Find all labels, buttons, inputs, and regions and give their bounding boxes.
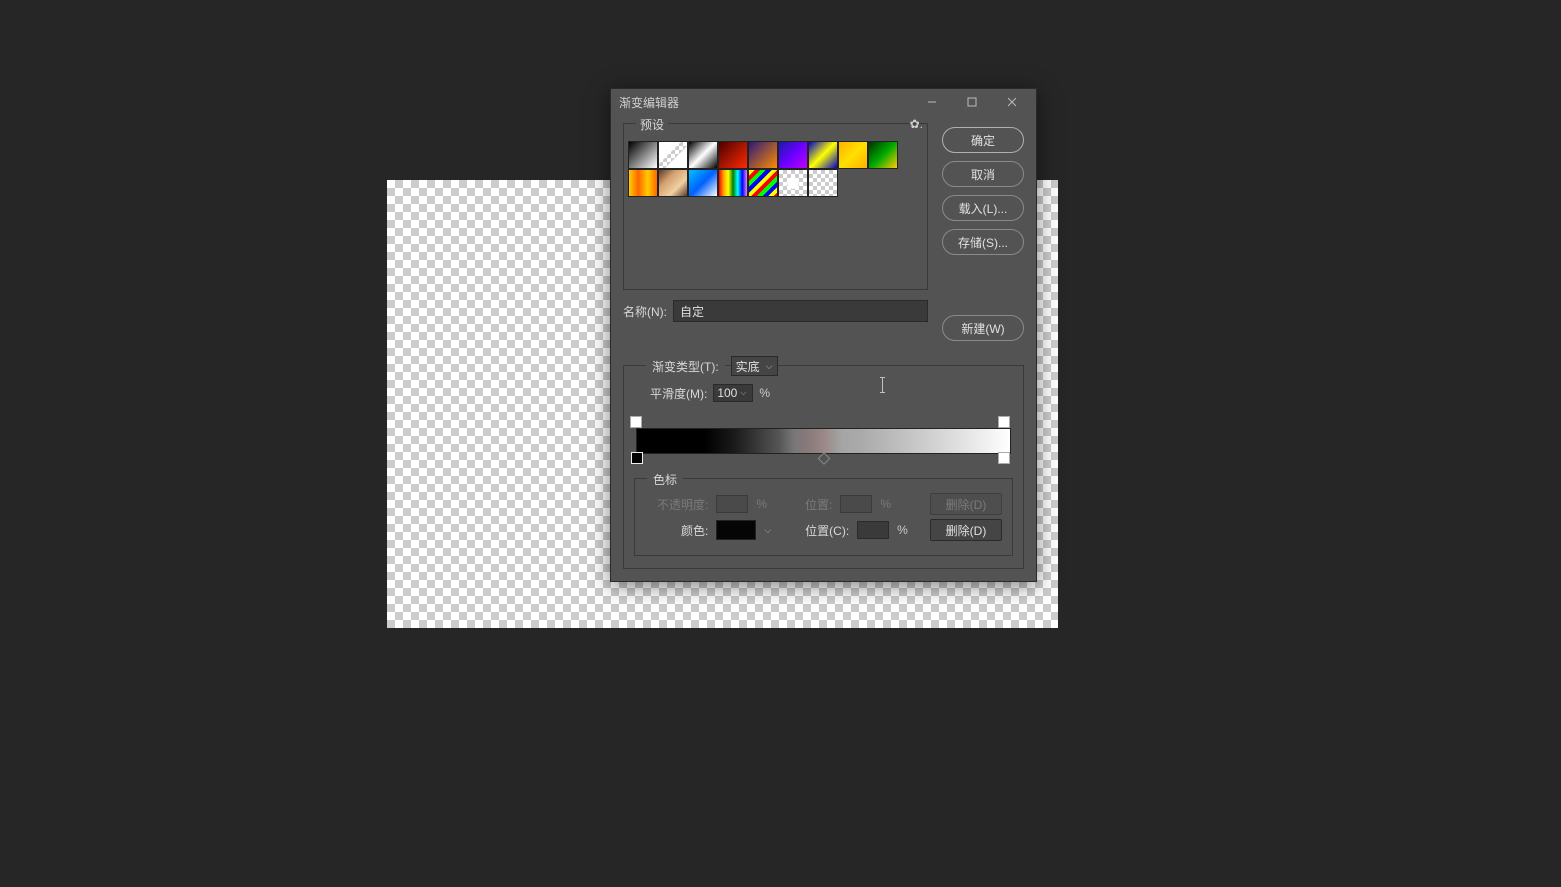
stops-group: 色标 不透明度: % 位置: % 删除(D) 颜色: ⌵ 位置(C): <box>634 478 1013 556</box>
smoothness-label: 平滑度(M): <box>650 385 707 402</box>
new-button[interactable]: 新建(W) <box>942 315 1024 341</box>
opacity-stop-right[interactable] <box>998 416 1010 428</box>
close-button[interactable] <box>992 89 1032 115</box>
preset-swatch-15[interactable] <box>808 169 838 197</box>
preset-swatch-0[interactable] <box>628 141 658 169</box>
dialog-title: 渐变编辑器 <box>619 94 912 111</box>
color-position-label: 位置(C): <box>805 522 849 539</box>
name-input[interactable] <box>673 300 928 322</box>
opacity-stop-left[interactable] <box>630 416 642 428</box>
smoothness-input[interactable]: 100 <box>713 384 753 402</box>
presets-panel: 预设 ✿. <box>623 123 928 290</box>
preset-swatch-3[interactable] <box>718 141 748 169</box>
preset-swatch-10[interactable] <box>658 169 688 197</box>
maximize-button[interactable] <box>952 89 992 115</box>
preset-swatch-2[interactable] <box>688 141 718 169</box>
preset-swatch-13[interactable] <box>748 169 778 197</box>
gradient-type-label: 渐变类型(T): <box>646 358 725 375</box>
presets-label: 预设 <box>636 116 668 133</box>
gear-icon[interactable]: ✿. <box>910 117 923 131</box>
percent-2: % <box>880 497 891 511</box>
text-cursor-icon <box>882 378 883 392</box>
name-label: 名称(N): <box>623 303 667 320</box>
cancel-button[interactable]: 取消 <box>942 161 1024 187</box>
gradient-bar[interactable] <box>634 414 1013 464</box>
chevron-down-icon[interactable]: ⌵ <box>764 525 771 536</box>
color-position-input[interactable] <box>857 521 889 539</box>
color-stop-left[interactable] <box>631 452 643 464</box>
preset-swatch-7[interactable] <box>838 141 868 169</box>
minimize-button[interactable] <box>912 89 952 115</box>
color-stop-right[interactable] <box>998 452 1010 464</box>
preset-swatch-6[interactable] <box>808 141 838 169</box>
delete-color-stop-button[interactable]: 删除(D) <box>930 519 1002 541</box>
opacity-field-label: 不透明度: <box>657 496 708 513</box>
gradient-type-select[interactable]: 实底 <box>731 356 778 376</box>
color-field-label: 颜色: <box>681 522 708 539</box>
save-button[interactable]: 存储(S)... <box>942 229 1024 255</box>
preset-swatch-4[interactable] <box>748 141 778 169</box>
gradient-editor-dialog: 渐变编辑器 预设 ✿. 名称(N): 确定 <box>610 88 1037 582</box>
ok-button[interactable]: 确定 <box>942 127 1024 153</box>
preset-swatch-14[interactable] <box>778 169 808 197</box>
opacity-input <box>716 495 748 513</box>
gradient-midpoint[interactable] <box>817 452 830 465</box>
preset-swatch-9[interactable] <box>628 169 658 197</box>
delete-opacity-stop-button: 删除(D) <box>930 493 1002 515</box>
percent-3: % <box>897 523 908 537</box>
gradient-preview[interactable] <box>636 428 1011 454</box>
opacity-position-input <box>840 495 872 513</box>
preset-swatch-5[interactable] <box>778 141 808 169</box>
load-button[interactable]: 载入(L)... <box>942 195 1024 221</box>
preset-swatch-8[interactable] <box>868 141 898 169</box>
preset-swatch-11[interactable] <box>688 169 718 197</box>
opacity-position-label: 位置: <box>805 496 832 513</box>
preset-swatch-1[interactable] <box>658 141 688 169</box>
percent-1: % <box>756 497 767 511</box>
gradient-settings-group: 渐变类型(T): 实底 平滑度(M): 100 % 色标 不透明度: <box>623 365 1024 569</box>
stops-label: 色标 <box>647 471 683 488</box>
color-swatch-input[interactable] <box>716 520 756 540</box>
preset-swatch-12[interactable] <box>718 169 748 197</box>
dialog-titlebar[interactable]: 渐变编辑器 <box>611 89 1036 115</box>
preset-swatch-grid <box>624 133 927 201</box>
percent-label: % <box>759 386 770 400</box>
